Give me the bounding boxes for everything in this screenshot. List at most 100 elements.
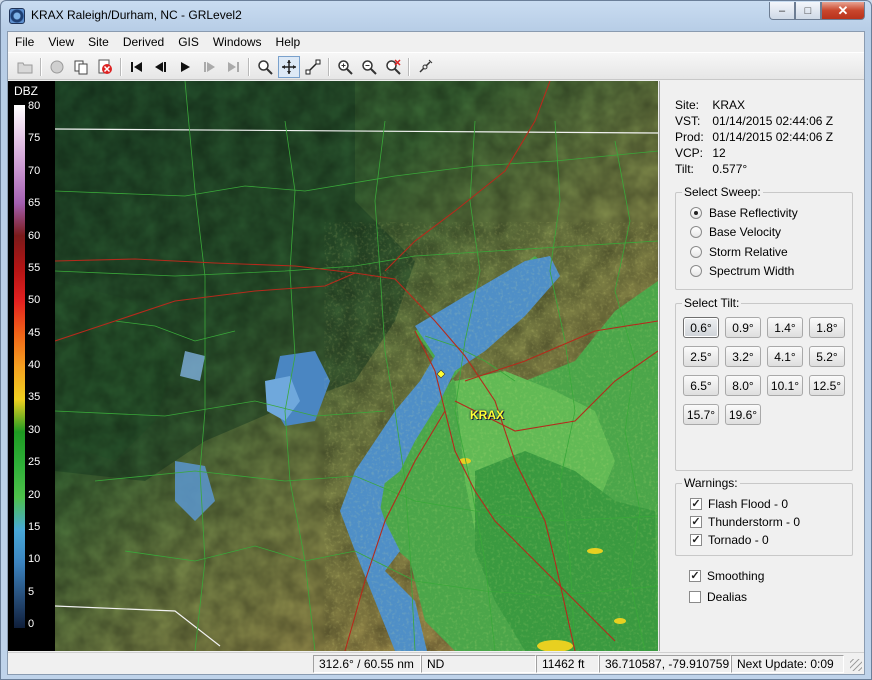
tilt-button-3-2[interactable]: 3.2° — [725, 346, 761, 367]
tilt-button-4-1[interactable]: 4.1° — [767, 346, 803, 367]
legend-tick-label: 75 — [28, 132, 41, 145]
legend-tick-label: 20 — [28, 488, 41, 501]
tilt-button-6-5[interactable]: 6.5° — [683, 375, 719, 396]
smoothing-checkbox[interactable]: ✓ Smoothing — [689, 569, 764, 583]
status-value: ND — [421, 655, 536, 673]
dbz-legend: DBZ 80 75 70 65 60 55 50 45 40 35 30 25 20 15 10 5 0 — [8, 81, 55, 651]
play-icon[interactable] — [174, 56, 196, 78]
cancel-icon[interactable] — [94, 56, 116, 78]
close-button[interactable]: ✕ — [821, 2, 865, 20]
menu-gis[interactable]: GIS — [171, 32, 206, 52]
open-folder-icon[interactable] — [14, 56, 36, 78]
info-prod: Prod: 01/14/2015 02:44:06 Z — [675, 130, 834, 144]
menu-windows[interactable]: Windows — [206, 32, 269, 52]
step-back-icon[interactable] — [150, 56, 172, 78]
checkmark-icon: ✓ — [689, 570, 701, 582]
minimize-button[interactable]: – — [769, 2, 795, 20]
legend-tick-label: 40 — [28, 359, 41, 371]
tilt-button-10-1[interactable]: 10.1° — [767, 375, 803, 396]
tilt-button-15-7[interactable]: 15.7° — [683, 404, 719, 425]
window-title: KRAX Raleigh/Durham, NC - GRLevel2 — [31, 8, 242, 22]
control-panel: Site: KRAX VST: 01/14/2015 02:44:06 Z Pr… — [659, 81, 864, 651]
menu-file[interactable]: File — [8, 32, 41, 52]
warning-tornado[interactable]: ✓ Tornado - 0 — [690, 533, 769, 547]
sweep-spectrum-width[interactable]: Spectrum Width — [690, 264, 794, 278]
select-sweep-title: Select Sweep: — [682, 185, 763, 199]
warning-flash-flood[interactable]: ✓ Flash Flood - 0 — [690, 497, 788, 511]
sweep-base-velocity[interactable]: Base Velocity — [690, 225, 781, 239]
zoom-icon[interactable] — [254, 56, 276, 78]
legend-tick-label: 65 — [28, 197, 41, 210]
select-sweep-group: Select Sweep: Base Reflectivity Base Vel… — [675, 185, 853, 290]
info-vcp: VCP: 12 — [675, 146, 726, 160]
radio-icon — [690, 265, 702, 277]
legend-tick-label: 45 — [28, 326, 41, 339]
warnings-title: Warnings: — [682, 476, 740, 490]
legend-color-bar — [14, 105, 25, 628]
stop-icon[interactable] — [46, 56, 68, 78]
tilt-button-1-4[interactable]: 1.4° — [767, 317, 803, 338]
step-forward-icon[interactable] — [198, 56, 220, 78]
title-bar[interactable]: KRAX Raleigh/Durham, NC - GRLevel2 – □ ✕ — [1, 1, 871, 31]
radar-app-icon — [9, 8, 25, 24]
maximize-button[interactable]: □ — [795, 2, 821, 20]
menu-view[interactable]: View — [41, 32, 81, 52]
dealias-checkbox[interactable]: Dealias — [689, 590, 747, 604]
menu-help[interactable]: Help — [269, 32, 308, 52]
radio-icon — [690, 246, 702, 258]
select-tilt-title: Select Tilt: — [682, 296, 742, 310]
legend-tick-label: 55 — [28, 261, 41, 274]
radar-image[interactable] — [55, 81, 658, 651]
status-bar: 312.6° / 60.55 nm ND 11462 ft 36.710587,… — [8, 652, 864, 674]
legend-tick-label: 25 — [28, 456, 41, 469]
select-tilt-group: Select Tilt: 0.6° 0.9° 1.4° 1.8° 2.5° 3.… — [675, 296, 853, 471]
zoom-in-icon[interactable] — [334, 56, 356, 78]
app-window: KRAX Raleigh/Durham, NC - GRLevel2 – □ ✕… — [0, 0, 872, 680]
checkmark-icon: ✓ — [690, 498, 702, 510]
status-next-update: Next Update: 0:09 — [731, 655, 844, 673]
menu-site[interactable]: Site — [81, 32, 116, 52]
tilt-button-0-6[interactable]: 0.6° — [683, 317, 719, 338]
tilt-button-8-0[interactable]: 8.0° — [725, 375, 761, 396]
link-icon[interactable] — [414, 56, 436, 78]
menu-derived[interactable]: Derived — [116, 32, 171, 52]
sweep-base-reflectivity[interactable]: Base Reflectivity — [690, 206, 798, 220]
radar-map[interactable]: DBZ 80 75 70 65 60 55 50 45 40 35 30 25 20 15 10 5 0 — [8, 81, 658, 651]
resize-grip-icon[interactable] — [850, 659, 862, 671]
tilt-button-0-9[interactable]: 0.9° — [725, 317, 761, 338]
sweep-storm-relative[interactable]: Storm Relative — [690, 245, 788, 259]
pan-icon[interactable] — [278, 56, 300, 78]
skip-end-icon[interactable] — [222, 56, 244, 78]
tilt-button-1-8[interactable]: 1.8° — [809, 317, 845, 338]
radio-icon — [690, 207, 702, 219]
tilt-button-2-5[interactable]: 2.5° — [683, 346, 719, 367]
legend-title: DBZ — [14, 84, 38, 98]
legend-tick-label: 5 — [28, 585, 35, 598]
checkbox-empty-icon — [689, 591, 701, 603]
legend-tick-label: 35 — [28, 391, 41, 404]
client-area: File View Site Derived GIS Windows Help — [7, 31, 865, 675]
info-tilt: Tilt: 0.577° — [675, 162, 748, 176]
legend-tick-label: 70 — [28, 164, 41, 177]
checkmark-icon: ✓ — [690, 516, 702, 528]
copy-icon[interactable] — [70, 56, 92, 78]
legend-tick-label: 30 — [28, 423, 41, 436]
skip-start-icon[interactable] — [126, 56, 148, 78]
tilt-button-19-6[interactable]: 19.6° — [725, 404, 761, 425]
info-site: Site: KRAX — [675, 98, 746, 112]
toolbar — [8, 52, 864, 80]
info-vst: VST: 01/14/2015 02:44:06 Z — [675, 114, 834, 128]
tilt-button-12-5[interactable]: 12.5° — [809, 375, 845, 396]
zoom-reset-icon[interactable] — [382, 56, 404, 78]
radio-icon — [690, 226, 702, 238]
menu-bar: File View Site Derived GIS Windows Help — [8, 32, 864, 52]
status-coordinates: 36.710587, -79.910759 — [599, 655, 731, 673]
measure-icon[interactable] — [302, 56, 324, 78]
zoom-out-icon[interactable] — [358, 56, 380, 78]
legend-tick-label: 60 — [28, 229, 41, 242]
warning-thunderstorm[interactable]: ✓ Thunderstorm - 0 — [690, 515, 800, 529]
warnings-group: Warnings: ✓ Flash Flood - 0 ✓ Thunderstorm… — [675, 476, 853, 556]
legend-tick-label: 0 — [28, 618, 35, 630]
tilt-button-5-2[interactable]: 5.2° — [809, 346, 845, 367]
legend-tick-label: 50 — [28, 294, 41, 307]
